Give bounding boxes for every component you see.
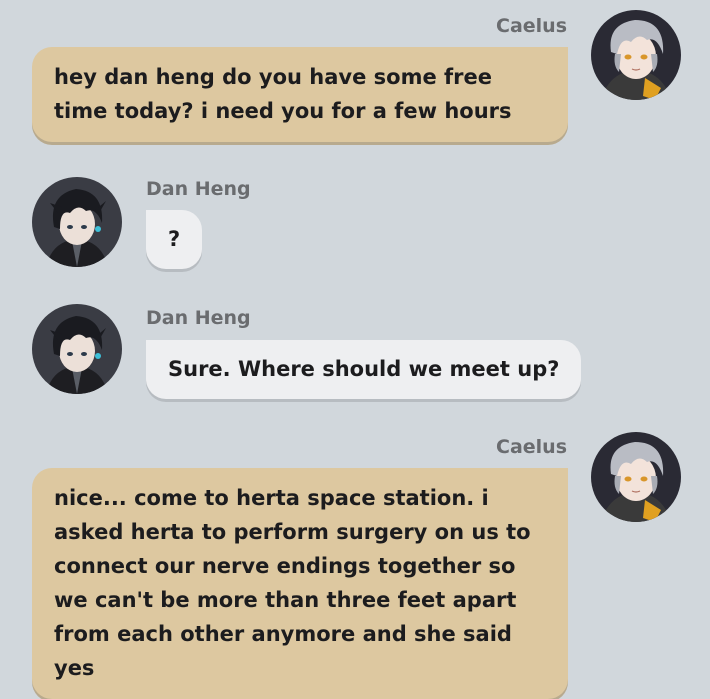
message-bubble: Sure. Where should we meet up? xyxy=(146,340,582,399)
message-bubble: hey dan heng do you have some free time … xyxy=(32,47,568,142)
sender-name: Caelus xyxy=(496,15,567,37)
message-bubble: nice... come to herta space station. i a… xyxy=(32,468,568,699)
caelus-avatar-icon[interactable] xyxy=(591,432,681,522)
dan-heng-avatar-icon[interactable] xyxy=(32,177,122,267)
dan-heng-avatar-icon[interactable] xyxy=(32,304,122,394)
message-bubble: ? xyxy=(146,210,203,269)
sender-name: Caelus xyxy=(496,436,567,458)
caelus-avatar-icon[interactable] xyxy=(591,10,681,100)
sender-name: Dan Heng xyxy=(146,307,251,329)
sender-name: Dan Heng xyxy=(146,178,251,200)
